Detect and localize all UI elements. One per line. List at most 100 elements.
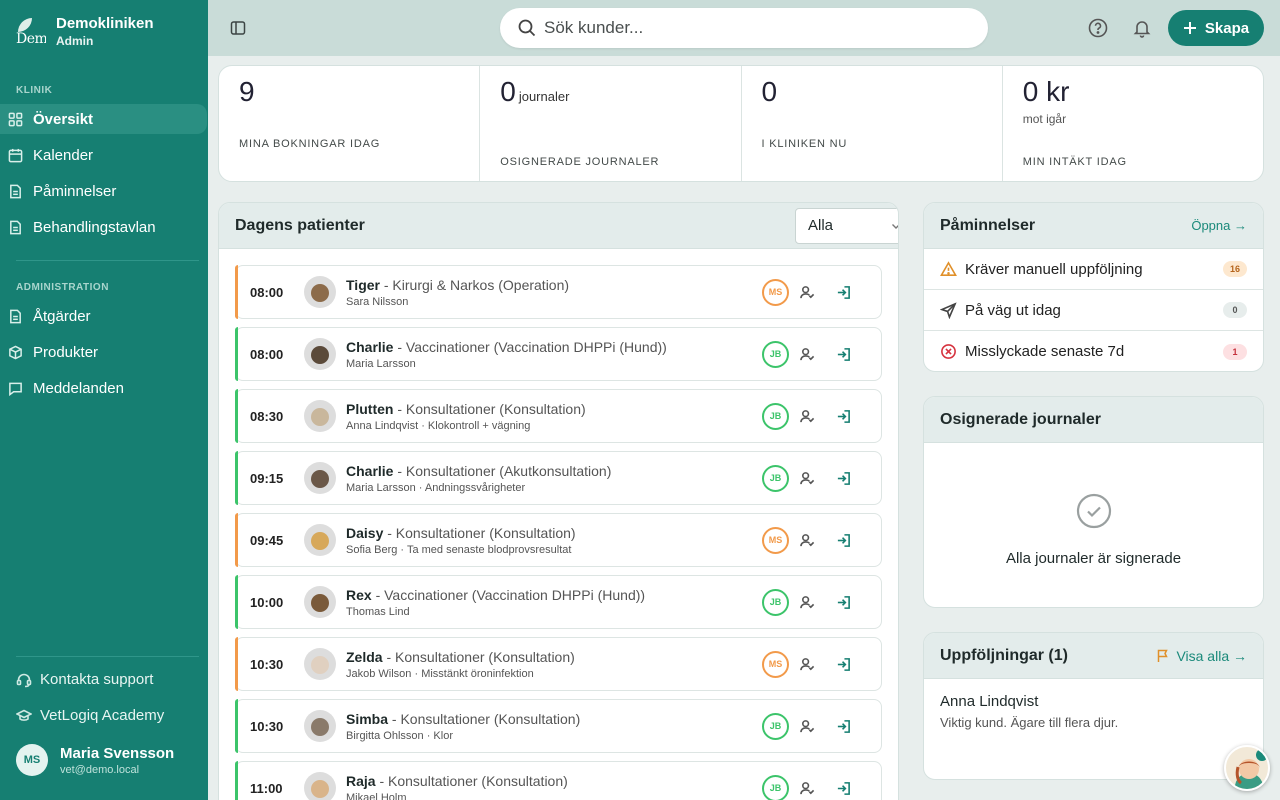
check-in-button[interactable] xyxy=(825,340,861,368)
patient-filter-select[interactable]: Alla xyxy=(795,207,898,244)
pet-name[interactable]: Daisy xyxy=(346,525,383,541)
user-name: Maria Svensson xyxy=(60,744,175,762)
vet-badge[interactable]: JB xyxy=(762,464,789,492)
sidebar-divider xyxy=(16,260,199,261)
sidebar-item-behandlingstavlan[interactable]: Behandlingstavlan xyxy=(0,212,207,242)
assign-button[interactable] xyxy=(789,650,825,678)
sidebar-item-oversikt[interactable]: Översikt xyxy=(0,104,207,134)
pet-avatar xyxy=(304,710,336,742)
check-in-button[interactable] xyxy=(825,588,861,616)
assign-button[interactable] xyxy=(789,464,825,492)
service-name: - Konsultationer (Konsultation) xyxy=(388,710,581,727)
vet-badge[interactable]: JB xyxy=(762,588,789,616)
patient-row[interactable]: 08:00 Tiger - Kirurgi & Narkos (Operation… xyxy=(235,265,882,319)
sidebar-item-label: Kalender xyxy=(33,146,94,164)
academy-link[interactable]: VetLogiq Academy xyxy=(16,707,164,724)
pet-name[interactable]: Charlie xyxy=(346,463,393,479)
assign-button[interactable] xyxy=(789,278,825,306)
vet-badge[interactable]: JB xyxy=(762,340,789,368)
reminder-outgoing-today[interactable]: På väg ut idag 0 xyxy=(924,290,1263,331)
reminder-manual-followup[interactable]: Kräver manuell uppföljning 16 xyxy=(924,249,1263,290)
reminder-failed[interactable]: Misslyckade senaste 7d 1 xyxy=(924,331,1263,371)
create-button[interactable]: Skapa xyxy=(1168,10,1264,46)
owner-details: Anna Lindqvist · Klokontroll + vägning xyxy=(346,419,531,432)
check-in-button[interactable] xyxy=(825,402,861,430)
check-in-button[interactable] xyxy=(825,650,861,678)
sidebar-toggle-icon[interactable] xyxy=(230,20,246,36)
pet-name[interactable]: Raja xyxy=(346,773,376,789)
panel-title: Dagens patienter xyxy=(235,216,365,234)
assign-button[interactable] xyxy=(789,712,825,740)
sidebar-item-produkter[interactable]: Produkter xyxy=(0,337,207,367)
vet-badge[interactable]: JB xyxy=(762,712,789,740)
vet-badge[interactable]: JB xyxy=(762,774,789,800)
check-in-button[interactable] xyxy=(825,774,861,800)
search-icon xyxy=(518,19,536,37)
service-name: - Kirurgi & Narkos (Operation) xyxy=(379,276,570,293)
plus-icon xyxy=(1183,22,1196,34)
vet-badge[interactable]: MS xyxy=(762,650,789,678)
owner-details: Mikael Holm xyxy=(346,791,407,800)
user-profile[interactable]: MS Maria Svensson vet@demo.local xyxy=(16,744,174,776)
sidebar-item-kalender[interactable]: Kalender xyxy=(0,140,207,170)
assign-button[interactable] xyxy=(789,526,825,554)
check-in-icon xyxy=(837,533,850,547)
owner-details: Jakob Wilson · Misstänkt öroninfektion xyxy=(346,667,534,680)
pet-name[interactable]: Tiger xyxy=(346,277,380,293)
pet-avatar xyxy=(304,524,336,556)
patient-row[interactable]: 08:00 Charlie - Vaccinationer (Vaccinatio… xyxy=(235,327,882,381)
help-icon[interactable] xyxy=(1088,18,1108,38)
document-icon xyxy=(10,220,21,234)
warning-icon xyxy=(940,260,957,276)
grid-icon xyxy=(8,112,23,126)
appointment-time: 08:00 xyxy=(250,346,284,362)
show-all-followups-link[interactable]: Visa alla → xyxy=(1156,648,1247,664)
pet-name[interactable]: Zelda xyxy=(346,649,383,665)
sidebar-item-label: Behandlingstavlan xyxy=(33,218,156,236)
assistant-avatar[interactable] xyxy=(1224,745,1270,791)
pet-name[interactable]: Rex xyxy=(346,587,372,603)
vet-badge[interactable]: MS xyxy=(762,526,789,554)
owner-details: Maria Larsson · Andningssvårigheter xyxy=(346,481,526,494)
patient-row[interactable]: 09:15 Charlie - Konsultationer (Akutkonsu… xyxy=(235,451,882,505)
patient-row[interactable]: 08:30 Plutten - Konsultationer (Konsultat… xyxy=(235,389,882,443)
assign-button[interactable] xyxy=(789,340,825,368)
bell-icon[interactable] xyxy=(1132,18,1152,38)
patient-row[interactable]: 10:30 Simba - Konsultationer (Konsultatio… xyxy=(235,699,882,753)
patient-row[interactable]: 10:30 Zelda - Konsultationer (Konsultatio… xyxy=(235,637,882,691)
sidebar-item-meddelanden[interactable]: Meddelanden xyxy=(0,373,207,403)
check-in-button[interactable] xyxy=(825,526,861,554)
check-in-button[interactable] xyxy=(825,278,861,306)
contact-support-link[interactable]: Kontakta support xyxy=(16,671,153,688)
pet-name[interactable]: Charlie xyxy=(346,339,393,355)
vet-badge[interactable]: MS xyxy=(762,278,789,306)
pet-name[interactable]: Simba xyxy=(346,711,388,727)
vet-badge[interactable]: JB xyxy=(762,402,789,430)
stat-unsigned[interactable]: 0 journaler OSIGNERADE JOURNALER xyxy=(480,66,742,181)
stat-revenue[interactable]: 0 kr mot igår MIN INTÄKT IDAG xyxy=(1003,66,1263,181)
patient-row[interactable]: 09:45 Daisy - Konsultationer (Konsultatio… xyxy=(235,513,882,567)
user-check-icon xyxy=(799,347,814,360)
brand[interactable]: Dem Demokliniken Admin xyxy=(16,16,154,49)
patient-row[interactable]: 11:00 Raja - Konsultationer (Konsultation… xyxy=(235,761,882,800)
pet-name[interactable]: Plutten xyxy=(346,401,393,417)
service-name: - Vaccinationer (Vaccination DHPPi (Hund… xyxy=(393,338,667,355)
check-in-button[interactable] xyxy=(825,464,861,492)
patient-row[interactable]: 10:00 Rex - Vaccinationer (Vaccination DH… xyxy=(235,575,882,629)
followup-item[interactable]: Anna Lindqvist Viktig kund. Ägare till f… xyxy=(924,679,1263,744)
open-reminders-link[interactable]: Öppna → xyxy=(1191,218,1247,233)
status-bar xyxy=(235,575,238,629)
search-input[interactable] xyxy=(544,18,944,38)
sidebar-item-paminnelser[interactable]: Påminnelser xyxy=(0,176,207,206)
sidebar-item-atgarder[interactable]: Åtgärder xyxy=(0,301,207,331)
assign-button[interactable] xyxy=(789,774,825,800)
status-bar xyxy=(235,637,238,691)
stat-bookings[interactable]: 9 MINA BOKNINGAR IDAG xyxy=(219,66,481,181)
user-check-icon xyxy=(799,781,814,794)
assign-button[interactable] xyxy=(789,402,825,430)
check-in-button[interactable] xyxy=(825,712,861,740)
status-bar xyxy=(235,451,238,505)
stat-in-clinic[interactable]: 0 I KLINIKEN NU xyxy=(742,66,1003,181)
search-bar[interactable] xyxy=(500,8,988,48)
assign-button[interactable] xyxy=(789,588,825,616)
